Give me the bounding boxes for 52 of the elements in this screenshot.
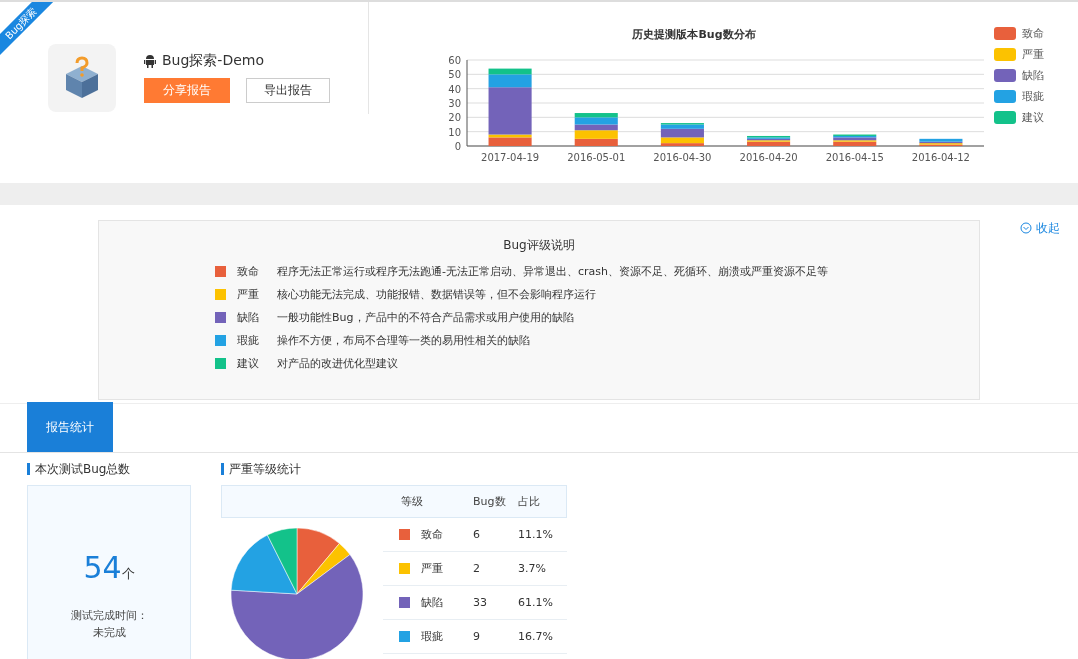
table-cell-text: 9 <box>473 630 481 643</box>
axis-label: 0 <box>454 141 461 152</box>
time-value: 未完成 <box>92 625 126 641</box>
table-cell-text: 缺陷 <box>421 595 444 610</box>
axis-label: 2016-05-01 <box>567 152 626 162</box>
axis-label: 20 <box>448 112 461 124</box>
column-header: Bug数 <box>473 494 507 509</box>
axis-label: 2016-04-15 <box>825 152 884 162</box>
column-header: 等级 <box>401 494 424 509</box>
axis-label: 2016-04-20 <box>739 152 798 162</box>
axis-label: 50 <box>448 69 461 81</box>
panel-title: Bug评级说明 <box>503 237 575 254</box>
level-description: 程序无法正常运行或程序无法跑通-无法正常启动、异常退出、crash、资源不足、死循环、崩溃或严重资源不足等 <box>277 264 828 279</box>
legend-item: 致命 <box>994 26 1044 41</box>
level-name: 缺陷 <box>237 310 260 325</box>
table-cell-text: 2 <box>473 562 481 575</box>
axis-label: 2017-04-19 <box>481 152 540 162</box>
level-description: 核心功能无法完成、功能报错、数据错误等，但不会影响程序运行 <box>277 287 596 302</box>
table-cell-text: 6 <box>473 528 481 541</box>
level-name: 严重 <box>237 287 260 302</box>
legend-item: 缺陷 <box>994 68 1044 83</box>
axis-label: 10 <box>448 126 461 138</box>
table-cell-text: 33 <box>473 596 488 609</box>
section-title: 本次测试Bug总数 <box>27 463 191 475</box>
legend-item: 严重 <box>994 47 1044 62</box>
table-cell-text: 致命 <box>421 527 444 542</box>
table-cell-text: 严重 <box>421 561 444 576</box>
table-cell: 11.1% <box>518 528 553 541</box>
table-cell: 16.7% <box>518 630 553 643</box>
axis-label: 60 <box>448 55 461 66</box>
time-label: 测试完成时间： <box>70 608 148 624</box>
count-unit: 个 <box>121 566 135 581</box>
table-cell-text: 瑕疵 <box>421 629 444 644</box>
level-name: 建议 <box>237 356 260 371</box>
bug-count: 54 <box>83 550 122 585</box>
section-title: 严重等级统计 <box>221 463 567 475</box>
level-name: 瑕疵 <box>237 333 260 348</box>
app-name: Bug探索-Demo <box>162 52 264 70</box>
table-cell: 3.7% <box>518 562 546 575</box>
table-cell: 61.1% <box>518 596 553 609</box>
axis-label: 40 <box>448 83 461 95</box>
level-name: 致命 <box>237 264 260 279</box>
level-description: 一般功能性Bug，产品中的不符合产品需求或用户使用的缺陷 <box>277 310 574 325</box>
axis-label: 2016-04-12 <box>911 152 970 162</box>
column-header: 占比 <box>518 494 540 509</box>
level-description: 操作不方便，布局不合理等一类的易用性相关的缺陷 <box>277 333 530 348</box>
legend-item: 瑕疵 <box>994 89 1044 104</box>
chart-title: 历史提测版本Bug数分布 <box>632 28 756 41</box>
level-description: 对产品的改进优化型建议 <box>277 356 398 371</box>
axis-label: 2016-04-30 <box>653 152 712 162</box>
axis-label: 30 <box>448 98 461 109</box>
legend-item: 建议 <box>994 110 1044 125</box>
